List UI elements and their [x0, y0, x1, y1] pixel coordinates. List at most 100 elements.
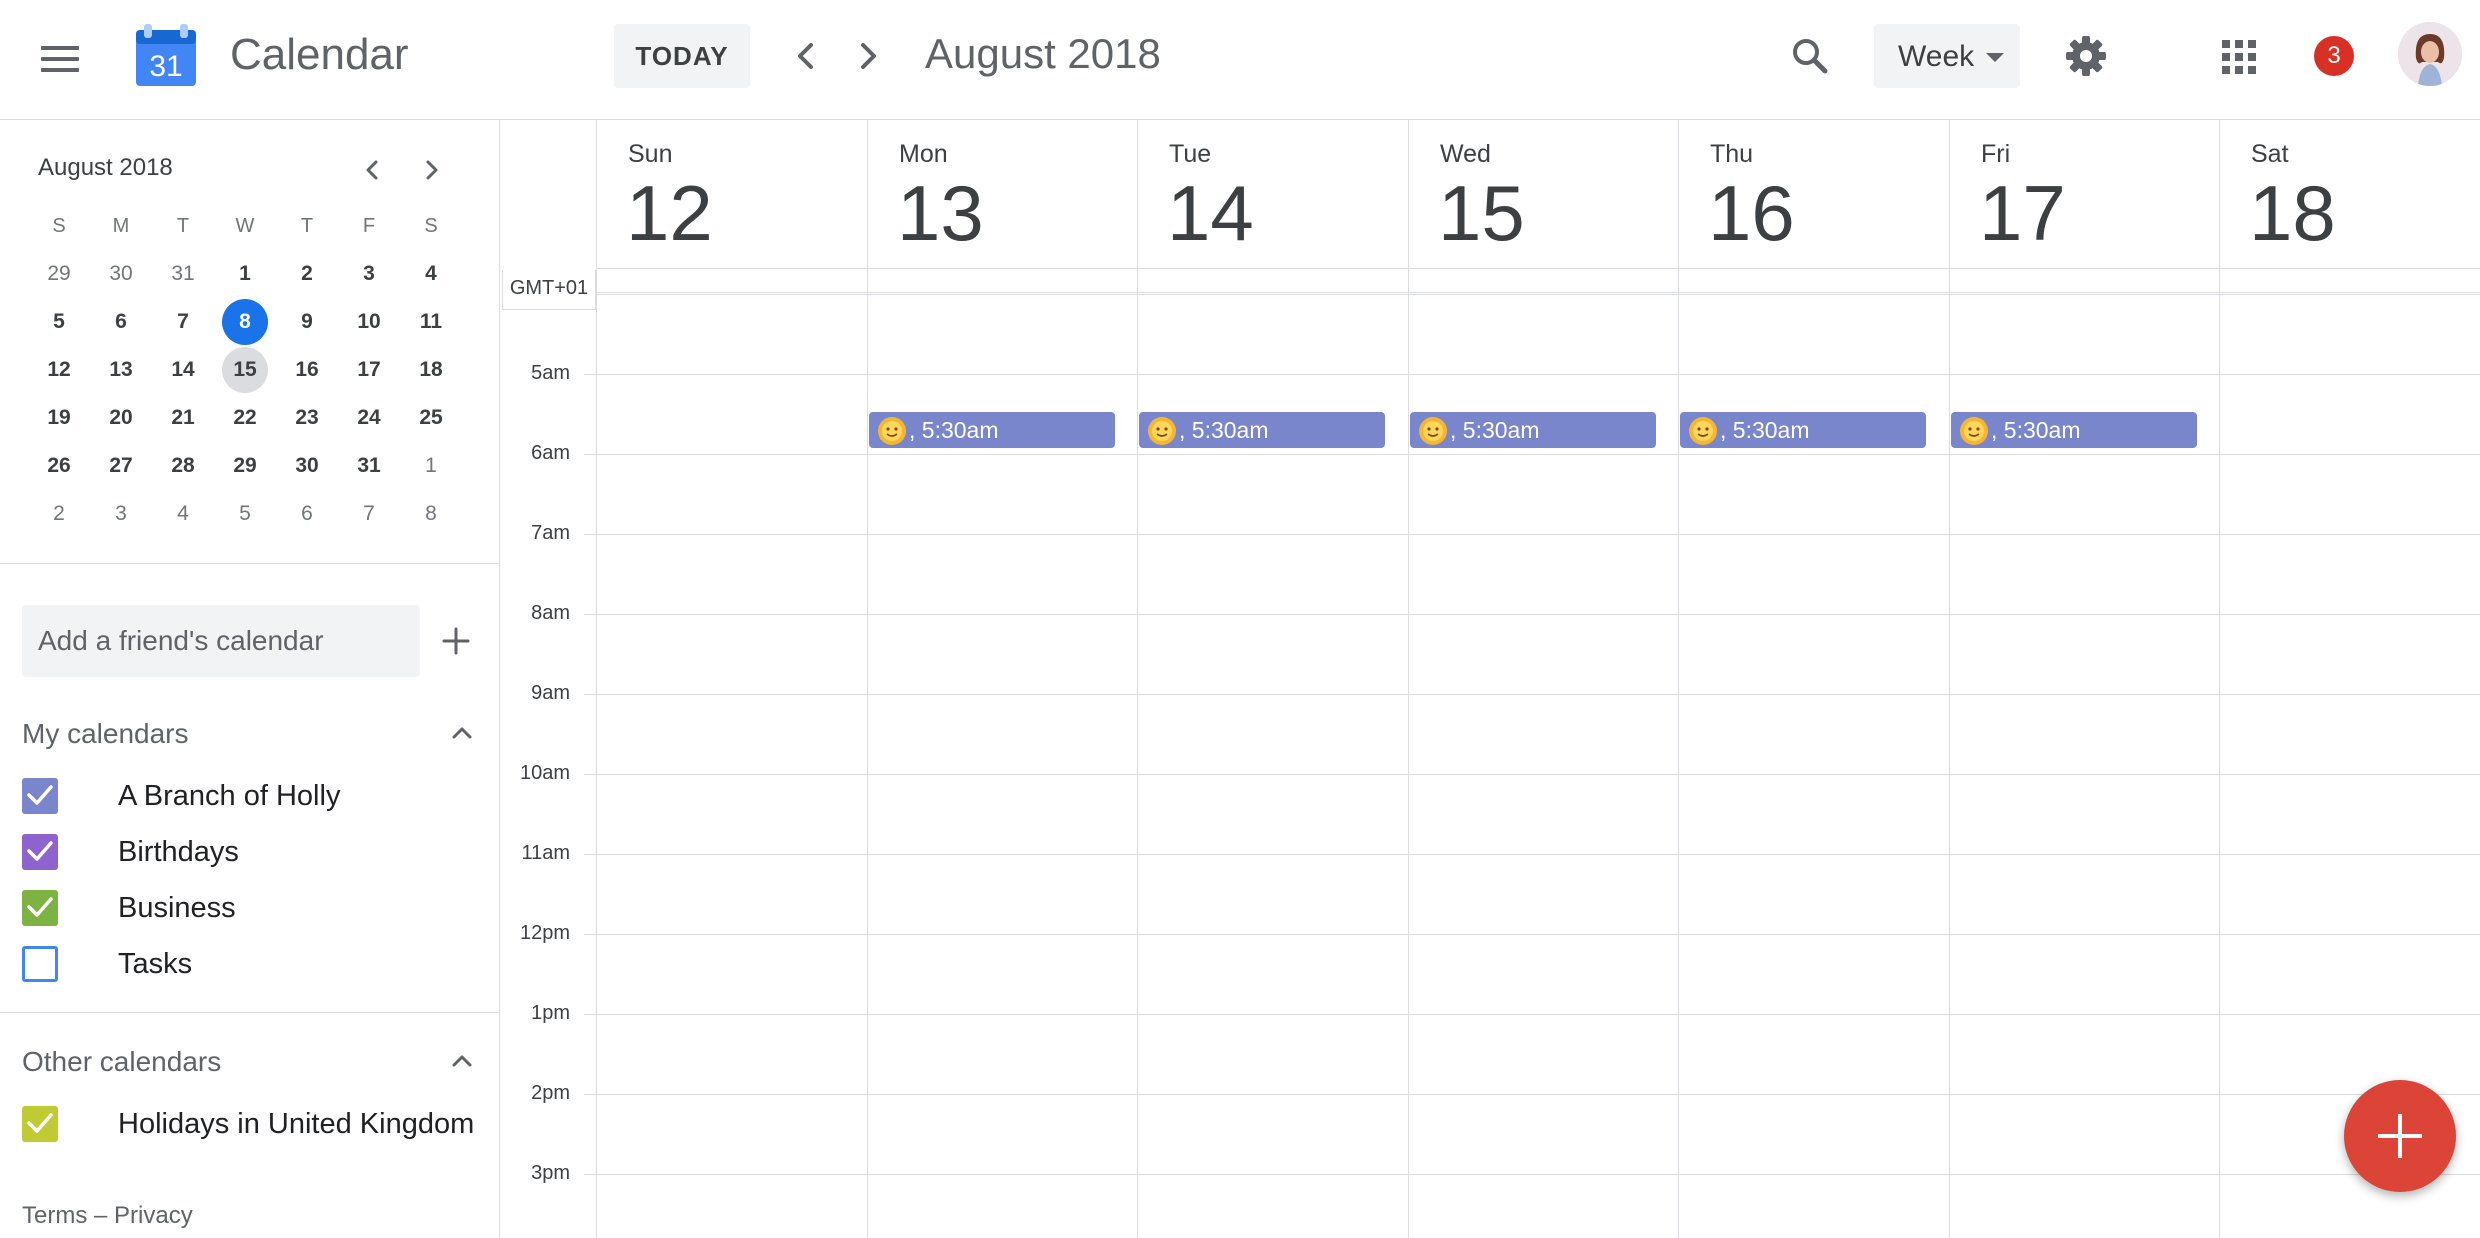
- mini-calendar-day[interactable]: 18: [400, 346, 462, 394]
- day-column-divider: [1408, 120, 1409, 1238]
- mini-calendar-day[interactable]: 8: [214, 298, 276, 346]
- mini-calendar-day[interactable]: 11: [400, 298, 462, 346]
- mini-calendar-day[interactable]: 28: [152, 442, 214, 490]
- mini-calendar-day[interactable]: 29: [214, 442, 276, 490]
- mini-calendar-day[interactable]: 1: [400, 442, 462, 490]
- mini-calendar-day[interactable]: 9: [276, 298, 338, 346]
- mini-calendar-day[interactable]: 31: [152, 250, 214, 298]
- mini-calendar-day[interactable]: 2: [28, 490, 90, 538]
- mini-calendar-day[interactable]: 22: [214, 394, 276, 442]
- event-chip[interactable]: , 5:30am: [1410, 412, 1656, 448]
- mini-calendar-day[interactable]: 27: [90, 442, 152, 490]
- mini-calendar-day[interactable]: 26: [28, 442, 90, 490]
- day-header-mon[interactable]: Mon 13: [867, 120, 1138, 268]
- search-icon[interactable]: [1782, 28, 1838, 84]
- checkbox-checked-icon[interactable]: [22, 1106, 58, 1142]
- day-header-wed[interactable]: Wed 15: [1408, 120, 1679, 268]
- mini-calendar-day-label: 11: [419, 310, 443, 333]
- mini-calendar-day-label: 2: [301, 262, 313, 285]
- notification-badge[interactable]: 3: [2314, 36, 2354, 76]
- event-chip[interactable]: , 5:30am: [869, 412, 1115, 448]
- mini-calendar-day[interactable]: 20: [90, 394, 152, 442]
- calendar-list-item[interactable]: Holidays in United Kingdom: [20, 1100, 490, 1148]
- my-calendars-header[interactable]: My calendars: [22, 708, 482, 758]
- add-friend-calendar-input[interactable]: [22, 605, 420, 677]
- calendar-list-item[interactable]: Business: [20, 884, 490, 932]
- add-calendar-plus-icon[interactable]: [434, 619, 478, 663]
- mini-calendar-day[interactable]: 1: [214, 250, 276, 298]
- mini-calendar-day-label: 29: [233, 454, 257, 477]
- day-header-fri[interactable]: Fri 17: [1949, 120, 2220, 268]
- hamburger-menu-icon[interactable]: [36, 36, 86, 86]
- day-header-tue[interactable]: Tue 14: [1137, 120, 1408, 268]
- mini-calendar-day[interactable]: 30: [90, 250, 152, 298]
- day-header-thu[interactable]: Thu 16: [1678, 120, 1949, 268]
- mini-calendar-day[interactable]: 24: [338, 394, 400, 442]
- day-number[interactable]: 15: [1438, 168, 1525, 259]
- mini-calendar-day[interactable]: 15: [214, 346, 276, 394]
- day-header-sun[interactable]: Sun 12: [596, 120, 867, 268]
- mini-calendar-day[interactable]: 29: [28, 250, 90, 298]
- privacy-link[interactable]: Privacy: [114, 1202, 193, 1229]
- mini-calendar-day[interactable]: 23: [276, 394, 338, 442]
- mini-calendar-day[interactable]: 7: [338, 490, 400, 538]
- mini-calendar-day[interactable]: 6: [276, 490, 338, 538]
- view-selector-dropdown[interactable]: Week: [1874, 24, 2020, 88]
- mini-calendar-day[interactable]: 17: [338, 346, 400, 394]
- calendar-list-item[interactable]: Tasks: [20, 940, 490, 988]
- mini-next-month-chevron-icon[interactable]: [412, 150, 452, 190]
- mini-calendar-day[interactable]: 16: [276, 346, 338, 394]
- mini-prev-month-chevron-icon[interactable]: [352, 150, 392, 190]
- day-number[interactable]: 16: [1708, 168, 1795, 259]
- day-header-sat[interactable]: Sat 18: [2219, 120, 2480, 268]
- hour-label: 11am: [521, 842, 570, 864]
- chevron-left-icon[interactable]: [780, 30, 832, 82]
- event-chip[interactable]: , 5:30am: [1680, 412, 1926, 448]
- mini-calendar-day[interactable]: 8: [400, 490, 462, 538]
- apps-grid-icon[interactable]: [2222, 40, 2256, 74]
- sun-emoji-icon: [1960, 417, 1988, 445]
- hour-gridline: [584, 694, 2480, 695]
- mini-calendar-day[interactable]: 6: [90, 298, 152, 346]
- mini-calendar-day[interactable]: 5: [214, 490, 276, 538]
- mini-calendar-day[interactable]: 4: [400, 250, 462, 298]
- mini-calendar-day[interactable]: 30: [276, 442, 338, 490]
- calendar-list-item[interactable]: A Branch of Holly: [20, 772, 490, 820]
- day-number[interactable]: 12: [626, 168, 713, 259]
- other-calendars-header[interactable]: Other calendars: [22, 1036, 482, 1086]
- mini-calendar-day[interactable]: 10: [338, 298, 400, 346]
- mini-calendar-day[interactable]: 13: [90, 346, 152, 394]
- mini-calendar-day[interactable]: 3: [338, 250, 400, 298]
- today-button[interactable]: TODAY: [614, 24, 750, 88]
- checkbox-checked-icon[interactable]: [22, 778, 58, 814]
- chevron-up-icon: [452, 1055, 472, 1067]
- mini-calendar-day[interactable]: 21: [152, 394, 214, 442]
- mini-calendar-day[interactable]: 4: [152, 490, 214, 538]
- mini-calendar-day[interactable]: 2: [276, 250, 338, 298]
- mini-calendar-day-label: 12: [47, 358, 71, 381]
- checkbox-checked-icon[interactable]: [22, 890, 58, 926]
- event-chip[interactable]: , 5:30am: [1139, 412, 1385, 448]
- terms-link[interactable]: Terms: [22, 1202, 87, 1229]
- settings-gear-icon[interactable]: [2058, 28, 2114, 84]
- mini-calendar-day[interactable]: 19: [28, 394, 90, 442]
- event-chip[interactable]: , 5:30am: [1951, 412, 2197, 448]
- user-avatar[interactable]: [2398, 22, 2462, 86]
- mini-calendar-day[interactable]: 25: [400, 394, 462, 442]
- mini-calendar-day[interactable]: 3: [90, 490, 152, 538]
- create-event-plus-icon[interactable]: [2344, 1080, 2456, 1192]
- chevron-right-icon[interactable]: [842, 30, 894, 82]
- mini-calendar-day[interactable]: 7: [152, 298, 214, 346]
- mini-calendar-day[interactable]: 31: [338, 442, 400, 490]
- mini-calendar-day[interactable]: 14: [152, 346, 214, 394]
- mini-calendar-day[interactable]: 12: [28, 346, 90, 394]
- day-number[interactable]: 14: [1167, 168, 1254, 259]
- day-number[interactable]: 13: [897, 168, 984, 259]
- checkbox-unchecked-icon[interactable]: [22, 946, 58, 982]
- day-number[interactable]: 18: [2249, 168, 2336, 259]
- calendar-list-item[interactable]: Birthdays: [20, 828, 490, 876]
- checkbox-checked-icon[interactable]: [22, 834, 58, 870]
- mini-calendar-day[interactable]: 5: [28, 298, 90, 346]
- day-number[interactable]: 17: [1979, 168, 2066, 259]
- mini-calendar-day-label: 18: [419, 358, 443, 381]
